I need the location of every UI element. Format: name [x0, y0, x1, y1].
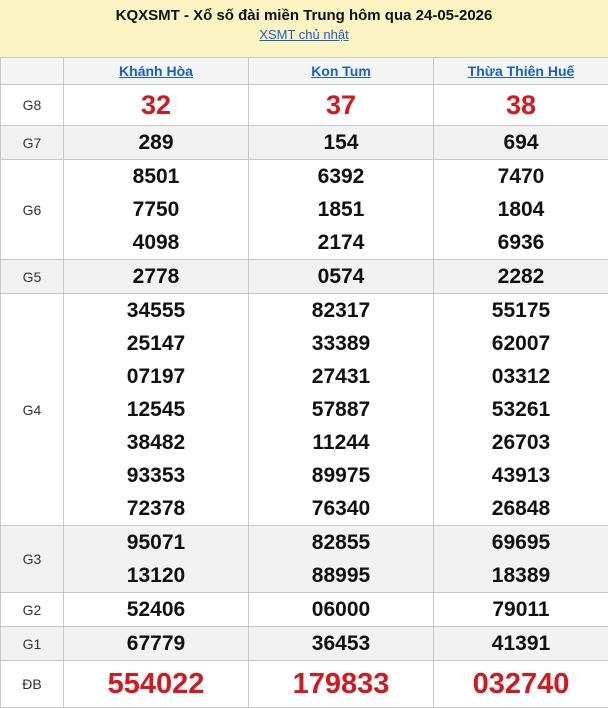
prize-number: 95071: [64, 526, 248, 559]
prize-number: 93353: [64, 459, 248, 492]
prize-number: 4098: [64, 226, 248, 259]
prize-number: 18389: [434, 559, 608, 592]
prize-number: 03312: [434, 360, 608, 393]
prize-number: 55175: [434, 294, 608, 327]
prize-cell: 69695 18389: [434, 526, 608, 593]
prize-number: 89975: [249, 459, 433, 492]
prize-cell: 95071 13120: [64, 526, 249, 593]
prize-label: G2: [1, 593, 64, 627]
prize-row-special: ĐB 554022 179833 032740: [1, 661, 608, 708]
prize-number: 53261: [434, 393, 608, 426]
prize-number: 52406: [64, 593, 249, 627]
prize-row-g8: G8 32 37 38: [1, 85, 608, 126]
prize-cell: 8501 7750 4098: [64, 160, 249, 260]
prize-number: 32: [64, 85, 249, 126]
prize-number: 67779: [64, 627, 249, 661]
prize-label: G7: [1, 126, 64, 160]
prize-label: G5: [1, 260, 64, 294]
prize-number: 26848: [434, 492, 608, 525]
special-prize-number: 179833: [249, 661, 434, 708]
prize-number: 38482: [64, 426, 248, 459]
prize-row-g2: G2 52406 06000 79011: [1, 593, 608, 627]
prize-number: 57887: [249, 393, 433, 426]
xsmt-sunday-link[interactable]: XSMT chủ nhật: [259, 26, 348, 44]
prize-row-g5: G5 2778 0574 2282: [1, 260, 608, 294]
page-title: KQXSMT - Xổ số đài miền Trung hôm qua 24…: [0, 0, 608, 26]
prize-label: G4: [1, 294, 64, 526]
prize-number: 41391: [434, 627, 608, 661]
prize-number: 72378: [64, 492, 248, 525]
prize-number: 27431: [249, 360, 433, 393]
prize-row-g1: G1 67779 36453 41391: [1, 627, 608, 661]
prize-number: 37: [249, 85, 434, 126]
prize-label: ĐB: [1, 661, 64, 708]
prize-row-g4: G4 34555 25147 07197 12545 38482 93353 7…: [1, 294, 608, 526]
prize-number: 2778: [64, 260, 249, 294]
prize-number: 1851: [249, 193, 433, 226]
prize-number: 2174: [249, 226, 433, 259]
prize-number: 06000: [249, 593, 434, 627]
prize-label: G6: [1, 160, 64, 260]
prize-number: 38: [434, 85, 608, 126]
prize-row-g7: G7 289 154 694: [1, 126, 608, 160]
prize-number: 0574: [249, 260, 434, 294]
prize-number: 8501: [64, 160, 248, 193]
prize-number: 36453: [249, 627, 434, 661]
prize-cell: 82317 33389 27431 57887 11244 89975 7634…: [249, 294, 434, 526]
prize-cell: 7470 1804 6936: [434, 160, 608, 260]
results-header: KQXSMT - Xổ số đài miền Trung hôm qua 24…: [0, 0, 608, 57]
prize-number: 694: [434, 126, 608, 160]
province-link-kon-tum[interactable]: Kon Tum: [249, 58, 434, 85]
prize-number: 1804: [434, 193, 608, 226]
province-link-khanh-hoa[interactable]: Khánh Hòa: [64, 58, 249, 85]
province-link-thua-thien-hue[interactable]: Thừa Thiên Huế: [434, 58, 608, 85]
prize-number: 69695: [434, 526, 608, 559]
prize-number: 34555: [64, 294, 248, 327]
prize-number: 6392: [249, 160, 433, 193]
prize-number: 88995: [249, 559, 433, 592]
prize-label: G1: [1, 627, 64, 661]
prize-number: 12545: [64, 393, 248, 426]
prize-cell: 82855 88995: [249, 526, 434, 593]
prize-number: 7470: [434, 160, 608, 193]
prize-row-g6: G6 8501 7750 4098 6392 1851 2174 7470 18…: [1, 160, 608, 260]
prize-number: 26703: [434, 426, 608, 459]
prize-number: 62007: [434, 327, 608, 360]
prize-number: 76340: [249, 492, 433, 525]
prize-number: 154: [249, 126, 434, 160]
header-corner-cell: [1, 58, 64, 85]
prize-cell: 34555 25147 07197 12545 38482 93353 7237…: [64, 294, 249, 526]
prize-number: 25147: [64, 327, 248, 360]
prize-number: 6936: [434, 226, 608, 259]
special-prize-number: 554022: [64, 661, 249, 708]
prize-number: 2282: [434, 260, 608, 294]
prize-number: 82317: [249, 294, 433, 327]
prize-number: 33389: [249, 327, 433, 360]
prize-number: 79011: [434, 593, 608, 627]
prize-label: G3: [1, 526, 64, 593]
prize-number: 82855: [249, 526, 433, 559]
special-prize-number: 032740: [434, 661, 608, 708]
prize-number: 07197: [64, 360, 248, 393]
prize-row-g3: G3 95071 13120 82855 88995 69695 18389: [1, 526, 608, 593]
prize-number: 13120: [64, 559, 248, 592]
prize-cell: 55175 62007 03312 53261 26703 43913 2684…: [434, 294, 608, 526]
prize-cell: 6392 1851 2174: [249, 160, 434, 260]
lottery-results-table: Khánh Hòa Kon Tum Thừa Thiên Huế G8 32 3…: [0, 57, 608, 708]
prize-label: G8: [1, 85, 64, 126]
prize-number: 11244: [249, 426, 433, 459]
prize-number: 43913: [434, 459, 608, 492]
prize-number: 289: [64, 126, 249, 160]
prize-number: 7750: [64, 193, 248, 226]
province-header-row: Khánh Hòa Kon Tum Thừa Thiên Huế: [1, 58, 608, 85]
